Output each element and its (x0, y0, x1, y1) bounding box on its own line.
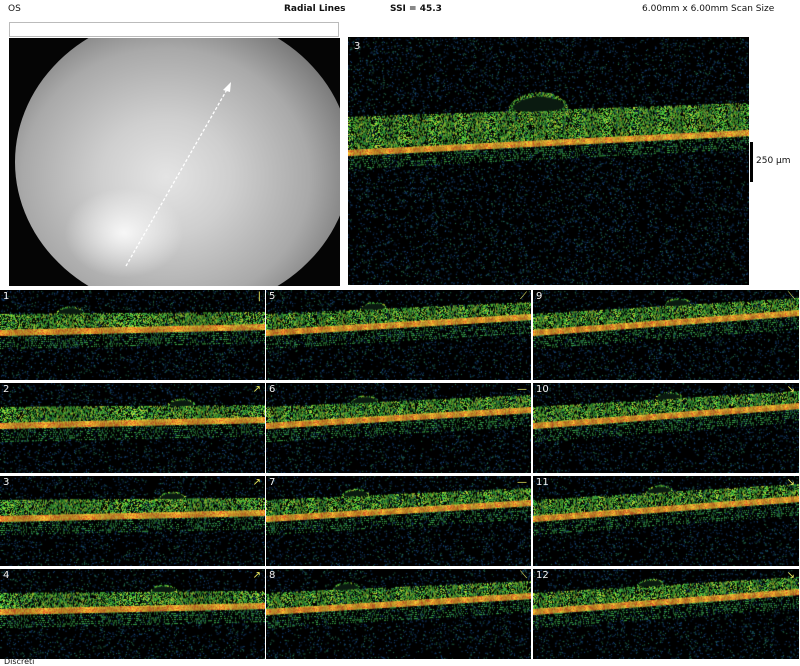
oct-thumbnail-canvas (266, 569, 531, 659)
scan-direction-icon: ↘ (786, 477, 795, 488)
oct-thumbnail[interactable]: 5 ⟋ (266, 290, 531, 380)
scan-direction-icon: ↘ (786, 384, 795, 395)
main-oct-scan[interactable]: 3 (348, 37, 749, 285)
oct-thumbnail-canvas (533, 569, 799, 659)
oct-thumbnail[interactable]: 12 ↘ (533, 569, 799, 659)
oct-thumbnail-canvas (0, 476, 265, 566)
thumbnail-number: 9 (536, 291, 543, 302)
oct-thumbnail-canvas (266, 383, 531, 473)
oct-thumbnail-canvas (266, 290, 531, 380)
scan-line-arrow (125, 82, 231, 267)
main-oct-canvas (348, 37, 749, 285)
thumbnail-number: 12 (536, 570, 549, 581)
oct-thumbnail[interactable]: 6— (266, 383, 531, 473)
oct-thumbnail-canvas (0, 569, 265, 659)
scan-direction-icon: — (517, 384, 527, 395)
thumbnail-number: 7 (269, 477, 276, 488)
fundus-toolbar-strip (9, 22, 339, 37)
thumbnail-number: 2 (3, 384, 10, 395)
thumbnail-number: 3 (3, 477, 10, 488)
scan-direction-icon: ↘ (786, 570, 795, 581)
thumbnail-number: 11 (536, 477, 549, 488)
oct-thumbnail[interactable]: 4 ↗ (0, 569, 265, 659)
scale-label: 250 µm (756, 156, 791, 166)
fundus-image[interactable] (9, 38, 340, 286)
scan-direction-icon: ⟋ (520, 291, 527, 302)
oct-thumbnail-canvas (533, 383, 799, 473)
oct-thumbnail-canvas (0, 383, 265, 473)
scan-mode-label: Radial Lines (284, 4, 346, 14)
scan-direction-icon: ⟍ (520, 570, 527, 581)
oct-thumbnail[interactable]: 10 ↘ (533, 383, 799, 473)
thumbnail-number: 8 (269, 570, 276, 581)
oct-thumbnail-canvas (0, 290, 265, 380)
eye-label: OS (8, 4, 21, 14)
oct-thumbnail-canvas (533, 290, 799, 380)
scan-direction-icon: ⟍ (788, 291, 795, 302)
oct-thumbnail-canvas (533, 476, 799, 566)
oct-thumbnail[interactable]: 1 | (0, 290, 265, 380)
thumbnail-number: 5 (269, 291, 276, 302)
signal-strength-label: SSI = 45.3 (390, 4, 442, 14)
oct-thumbnail[interactable]: 3 ↗ (0, 476, 265, 566)
oct-thumbnail[interactable]: 9 ⟍ (533, 290, 799, 380)
oct-thumbnail[interactable]: 11 ↘ (533, 476, 799, 566)
thumbnail-number: 6 (269, 384, 276, 395)
scan-direction-icon: ↗ (252, 384, 261, 395)
oct-thumbnail-canvas (266, 476, 531, 566)
oct-thumbnail[interactable]: 8 ⟍ (266, 569, 531, 659)
thumbnail-number: 10 (536, 384, 549, 395)
scan-direction-icon: | (257, 291, 261, 302)
scan-size-label: 6.00mm x 6.00mm Scan Size (642, 4, 775, 14)
oct-thumbnail[interactable]: 7— (266, 476, 531, 566)
scan-direction-icon: ↗ (252, 570, 261, 581)
scale-bar (750, 142, 753, 182)
main-scan-number: 3 (354, 41, 361, 52)
thumbnail-number: 1 (3, 291, 10, 302)
scan-direction-icon: ↗ (252, 477, 261, 488)
thumbnail-number: 4 (3, 570, 10, 581)
oct-thumbnail[interactable]: 2 ↗ (0, 383, 265, 473)
scan-direction-icon: — (517, 477, 527, 488)
